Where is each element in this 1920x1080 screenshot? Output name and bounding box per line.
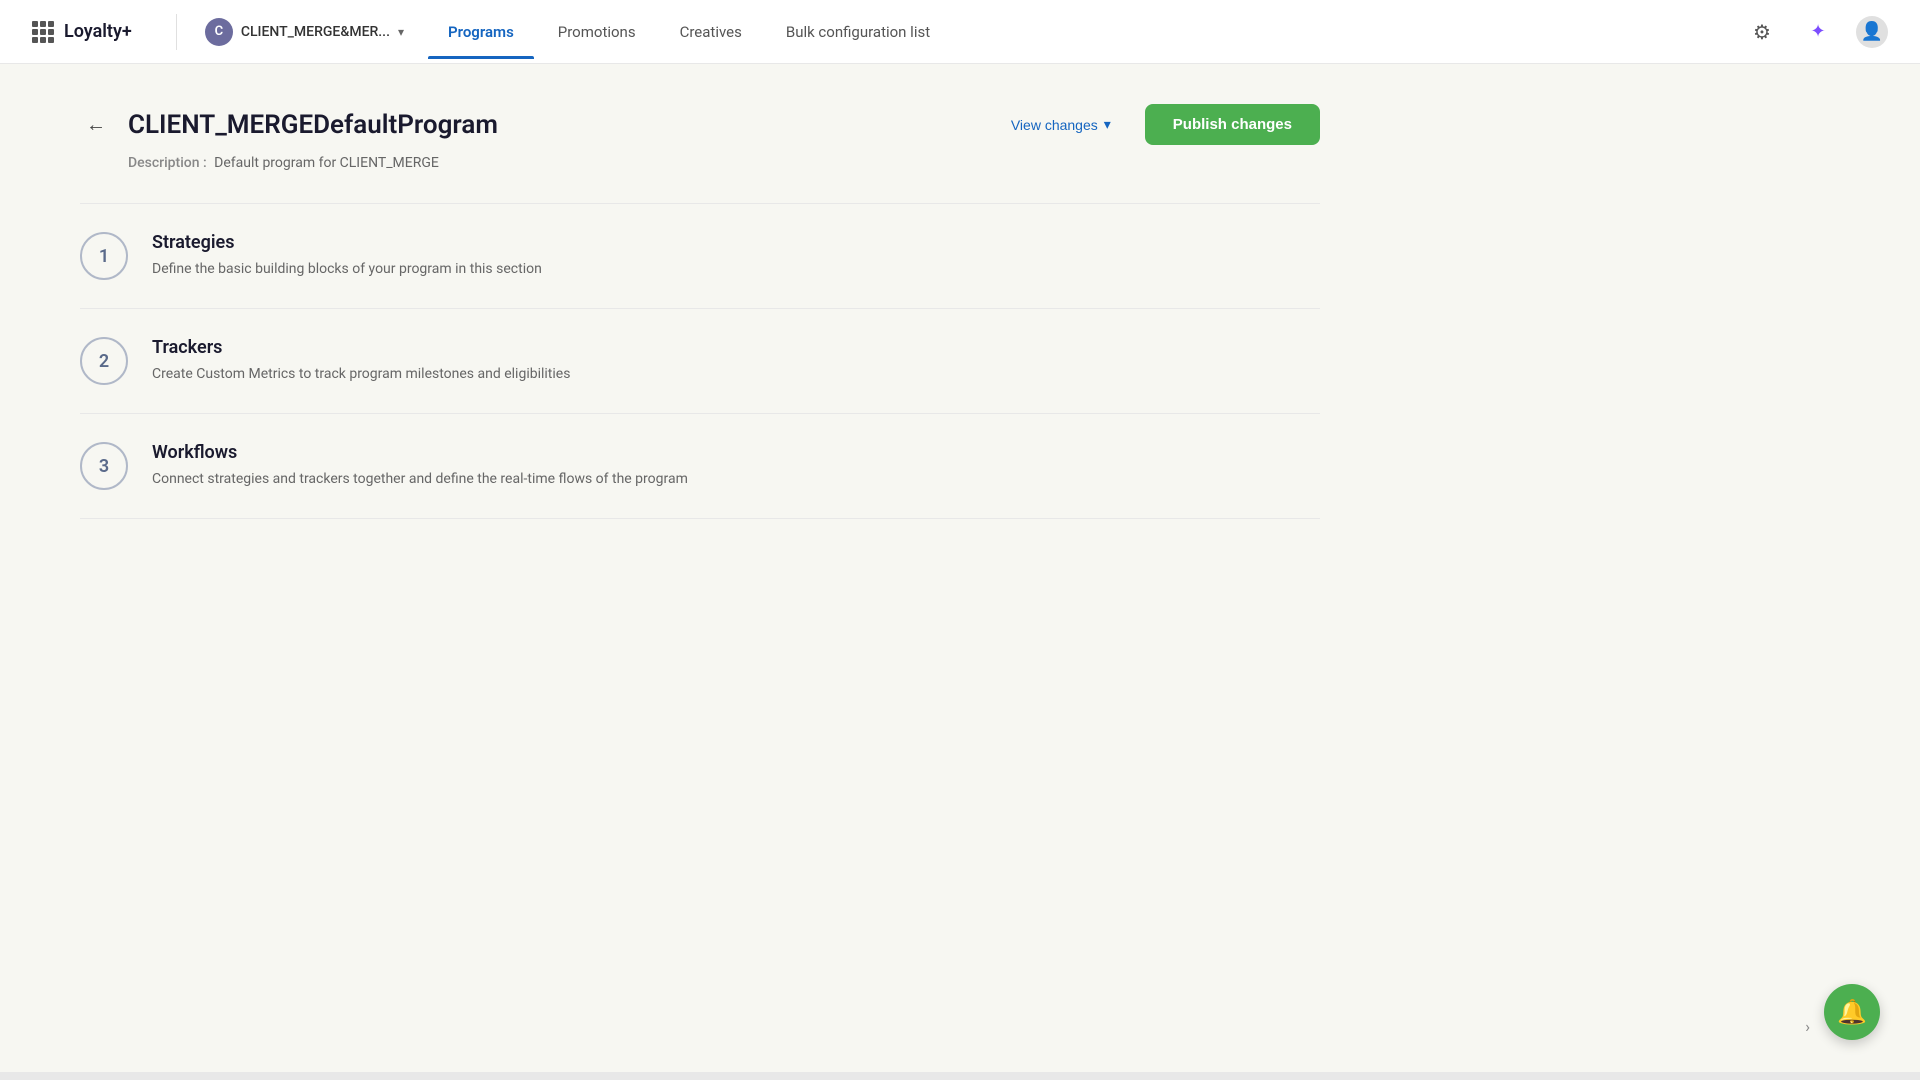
section-desc-strategies: Define the basic building blocks of your… (152, 259, 542, 280)
page-title-row: ← CLIENT_MERGEDefaultProgram (80, 109, 498, 141)
section-divider-3 (80, 518, 1320, 519)
publish-changes-button[interactable]: Publish changes (1145, 104, 1320, 145)
description-row: Description : Default program for CLIENT… (128, 155, 1320, 171)
section-content-trackers: Trackers Create Custom Metrics to track … (152, 337, 570, 385)
ai-button[interactable]: ✦ (1800, 14, 1836, 50)
section-content-workflows: Workflows Connect strategies and tracker… (152, 442, 688, 490)
section-item-strategies[interactable]: 1 Strategies Define the basic building b… (80, 204, 1320, 308)
sidebar-expand-arrow[interactable]: › (1801, 1013, 1814, 1040)
grid-icon (32, 21, 54, 43)
user-icon: 👤 (1861, 21, 1883, 42)
nav-link-creatives[interactable]: Creatives (660, 15, 762, 49)
back-button[interactable]: ← (80, 109, 112, 141)
navbar: Loyalty+ C CLIENT_MERGE&MER... ▾ Program… (0, 0, 1920, 64)
header-actions: View changes ▾ Publish changes (993, 104, 1320, 145)
back-arrow-icon: ← (86, 112, 106, 137)
app-logo[interactable]: Loyalty+ (32, 21, 132, 43)
section-item-trackers[interactable]: 2 Trackers Create Custom Metrics to trac… (80, 309, 1320, 413)
nav-link-programs[interactable]: Programs (428, 15, 534, 49)
section-list: 1 Strategies Define the basic building b… (80, 204, 1320, 519)
section-desc-trackers: Create Custom Metrics to track program m… (152, 364, 570, 385)
page-header: ← CLIENT_MERGEDefaultProgram View change… (80, 104, 1320, 145)
view-changes-label: View changes (1011, 117, 1098, 133)
nav-links: Programs Promotions Creatives Bulk confi… (428, 15, 1744, 49)
section-title-trackers: Trackers (152, 337, 570, 358)
chevron-right-icon: › (1805, 1017, 1810, 1036)
chevron-down-icon: ▾ (398, 25, 404, 39)
bell-icon: 🔔 (1837, 998, 1867, 1026)
section-item-workflows[interactable]: 3 Workflows Connect strategies and track… (80, 414, 1320, 518)
settings-button[interactable]: ⚙ (1744, 14, 1780, 50)
navbar-actions: ⚙ ✦ 👤 (1744, 14, 1888, 50)
section-desc-workflows: Connect strategies and trackers together… (152, 469, 688, 490)
nav-link-bulk-config[interactable]: Bulk configuration list (766, 15, 950, 49)
section-content-strategies: Strategies Define the basic building blo… (152, 232, 542, 280)
gear-icon: ⚙ (1753, 20, 1771, 44)
notification-fab[interactable]: 🔔 (1824, 984, 1880, 1040)
user-avatar[interactable]: 👤 (1856, 16, 1888, 48)
main-content: ← CLIENT_MERGEDefaultProgram View change… (0, 64, 1400, 559)
app-name: Loyalty+ (64, 21, 132, 42)
description-label: Description : (128, 155, 207, 171)
description-text: Default program for CLIENT_MERGE (214, 155, 439, 171)
nav-link-promotions[interactable]: Promotions (538, 15, 656, 49)
client-name: CLIENT_MERGE&MER... (241, 24, 390, 40)
scroll-indicator (0, 1072, 1920, 1080)
client-avatar: C (205, 18, 233, 46)
sparkle-icon: ✦ (1810, 21, 1825, 42)
section-number-1: 1 (80, 232, 128, 280)
client-selector[interactable]: C CLIENT_MERGE&MER... ▾ (197, 14, 412, 50)
section-title-strategies: Strategies (152, 232, 542, 253)
page-title: CLIENT_MERGEDefaultProgram (128, 110, 498, 140)
chevron-down-icon-2: ▾ (1104, 116, 1111, 133)
section-title-workflows: Workflows (152, 442, 688, 463)
view-changes-button[interactable]: View changes ▾ (993, 106, 1129, 143)
section-number-2: 2 (80, 337, 128, 385)
nav-divider (176, 14, 177, 50)
section-number-3: 3 (80, 442, 128, 490)
